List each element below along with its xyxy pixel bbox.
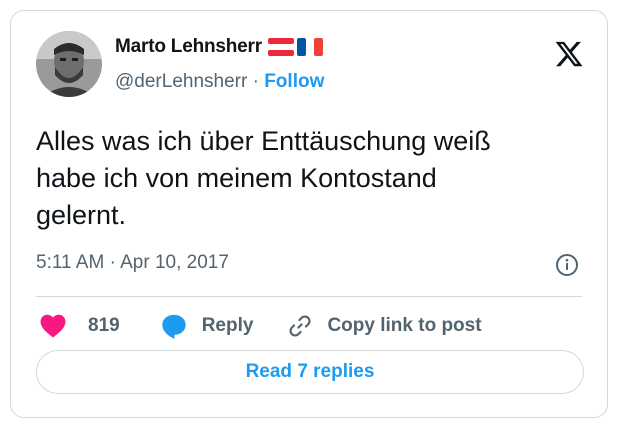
heart-icon (40, 314, 66, 338)
like-button[interactable]: 819 (40, 314, 120, 338)
author-name-row: Marto Lehnsherr (115, 36, 323, 58)
tweet-timestamp[interactable]: 5:11 AM · Apr 10, 2017 (36, 252, 229, 274)
tweet-card: Marto Lehnsherr @derLehnsherr · Follow A… (10, 10, 608, 418)
avatar[interactable] (36, 31, 102, 97)
france-flag-icon (296, 38, 323, 56)
x-logo-icon[interactable] (554, 39, 584, 69)
author-handle[interactable]: @derLehnsherr (115, 71, 247, 92)
handle-line: @derLehnsherr · Follow (115, 71, 324, 93)
reply-label: Reply (201, 315, 254, 336)
link-icon (289, 315, 311, 337)
divider (36, 296, 582, 297)
follow-link[interactable]: Follow (264, 71, 324, 92)
flag-emojis (267, 38, 323, 56)
copy-link-button[interactable]: Copy link to post (287, 313, 482, 339)
austria-flag-icon (267, 38, 294, 56)
like-count: 819 (88, 315, 120, 336)
read-replies-button[interactable]: Read 7 replies (36, 350, 584, 394)
author-display-name[interactable]: Marto Lehnsherr (115, 36, 262, 58)
separator-dot: · (252, 71, 259, 92)
reply-button[interactable]: Reply (160, 312, 254, 340)
info-icon[interactable] (555, 253, 579, 277)
tweet-text: Alles was ich über Enttäuschung weiß hab… (36, 126, 491, 230)
copy-link-label: Copy link to post (327, 315, 482, 336)
action-bar: 819 Reply Copy link to post (36, 309, 482, 343)
reply-bubble-icon (162, 314, 186, 339)
